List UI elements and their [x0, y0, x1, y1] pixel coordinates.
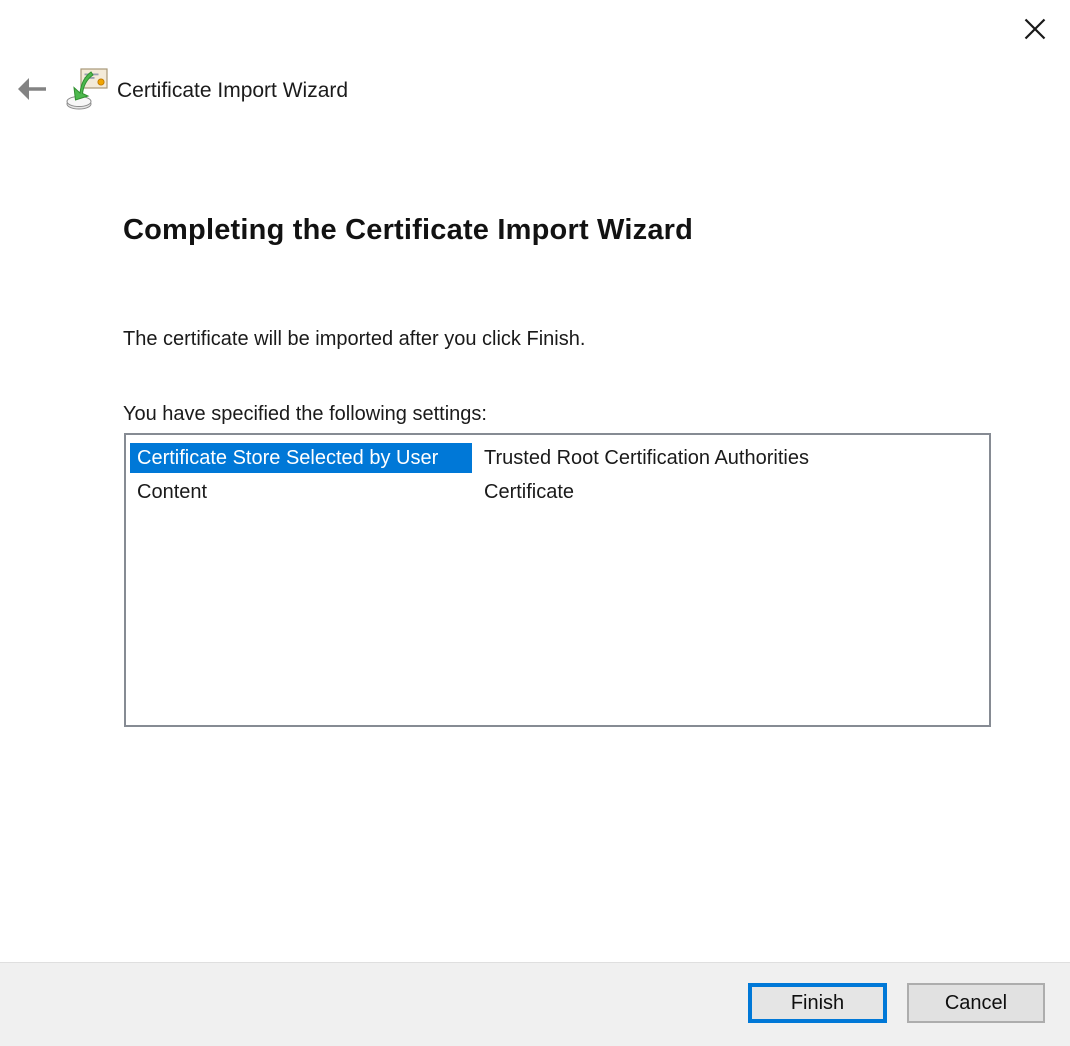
back-arrow-icon: [14, 74, 48, 107]
setting-value: Trusted Root Certification Authorities: [484, 447, 809, 470]
cancel-button[interactable]: Cancel: [907, 983, 1045, 1023]
certificate-import-icon: [66, 66, 110, 112]
setting-name-selected[interactable]: Certificate Store Selected by User: [130, 443, 472, 473]
wizard-title: Certificate Import Wizard: [117, 78, 348, 104]
settings-row-content[interactable]: Content Certificate: [126, 475, 989, 509]
close-button[interactable]: [1015, 12, 1055, 48]
finish-button[interactable]: Finish: [748, 983, 887, 1023]
setting-name[interactable]: Content: [130, 477, 472, 507]
settings-label: You have specified the following setting…: [123, 403, 487, 426]
certificate-import-wizard-dialog: Certificate Import Wizard Completing the…: [0, 0, 1070, 1046]
setting-value: Certificate: [484, 481, 574, 504]
close-icon: [1022, 16, 1048, 45]
page-title: Completing the Certificate Import Wizard: [123, 214, 693, 247]
intro-text: The certificate will be imported after y…: [123, 328, 585, 351]
back-button[interactable]: [12, 72, 50, 108]
settings-listbox[interactable]: Certificate Store Selected by User Trust…: [124, 433, 991, 727]
settings-row-certificate-store[interactable]: Certificate Store Selected by User Trust…: [126, 441, 989, 475]
button-bar: Finish Cancel: [0, 962, 1070, 1046]
